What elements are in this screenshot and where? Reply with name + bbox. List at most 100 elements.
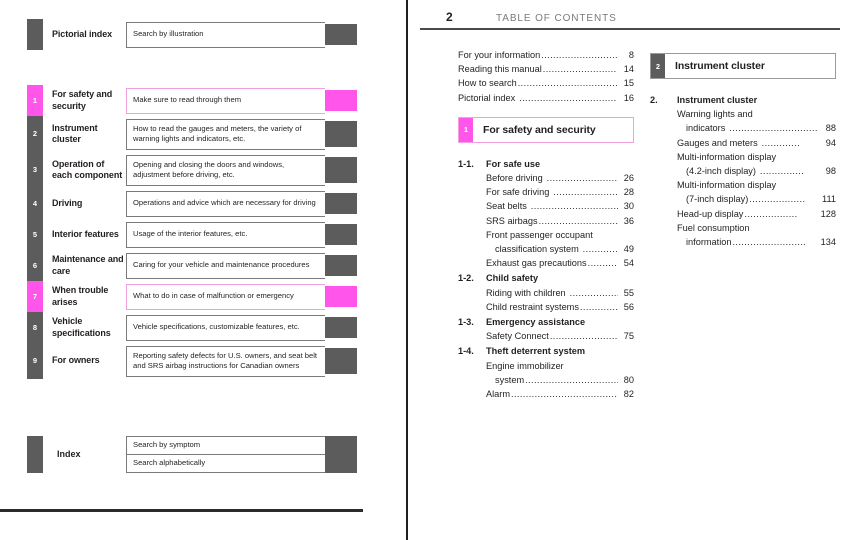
toc-entry-exhaust-gas-precautions[interactable]: Exhaust gas precautions ................… [486, 256, 634, 270]
toc-entry-label: Before driving [486, 173, 543, 184]
page-number: 2 [446, 10, 453, 24]
toc-entry-safety-connect[interactable]: Safety Connect .........................… [486, 329, 634, 343]
nav-row-chapter-6[interactable]: 6 Maintenance and care Caring for your v… [27, 250, 357, 281]
dot-leader: ........................................ [519, 92, 617, 103]
toc-entry-gauges-and-meters[interactable]: Gauges and meters ............. 94 [677, 136, 836, 150]
tab-chip-8: 8 [27, 312, 43, 343]
table-gap [27, 50, 357, 85]
toc-entry-label: Child restraint systems [486, 301, 579, 312]
nav-row-chapter-9[interactable]: 9 For owners Reporting safety defects fo… [27, 343, 357, 379]
nav-row-chapter-3[interactable]: 3 Operation of each component Opening an… [27, 152, 357, 188]
toc-entry-page: 16 [623, 92, 634, 103]
toc-entry-page: 14 [623, 64, 634, 75]
toc-entry-front-passenger-classification-system[interactable]: classification system ..................… [495, 242, 634, 256]
subsection-title: Child safety [486, 273, 539, 284]
row-end-block-9 [325, 348, 357, 374]
subsection-title: Instrument cluster [677, 95, 758, 105]
description-box-5: Usage of the interior features, etc. [126, 221, 325, 248]
toc-entry-multi-information-display-42-inch[interactable]: (4.2-inch display) ............... 98 [686, 164, 836, 178]
page-header: 2 TABLE OF CONTENTS [446, 10, 831, 24]
nav-row-pictorial-index[interactable]: Pictorial index Search by illustration [27, 19, 357, 50]
tab-chip-5: 5 [27, 219, 43, 250]
dot-leader: ......................... [579, 301, 618, 312]
section-banner-for-safety-and-security[interactable]: 1 For safety and security [458, 116, 634, 143]
toc-entry-child-restraint-systems[interactable]: Child restraint systems ................… [486, 300, 634, 314]
tab-chip [27, 19, 43, 50]
description-box-3: Opening and closing the doors and window… [126, 154, 325, 186]
tab-chip-7: 7 [27, 281, 43, 312]
index-row-end-block [325, 454, 357, 473]
tab-title-7: When trouble arises [52, 285, 109, 307]
toc-entry-label: (4.2-inch display) [686, 166, 756, 177]
dot-leader: .............................. [549, 331, 618, 342]
dot-leader: ............................... [546, 173, 618, 184]
toc-entry-alarm[interactable]: Alarm ..................................… [486, 387, 634, 401]
nav-row-chapter-2[interactable]: 2 Instrument cluster How to read the gau… [27, 116, 357, 152]
subsection-entries-1-3: Safety Connect .........................… [486, 329, 634, 343]
subsection-number: 1-1. [458, 158, 474, 169]
toc-entry-before-driving[interactable]: Before driving .........................… [486, 171, 634, 185]
left-page: Pictorial index Search by illustration 1… [0, 0, 406, 540]
description-wrap-7: What to do in case of malfunction or eme… [126, 281, 357, 312]
toc-entry-riding-with-children[interactable]: Riding with children ...................… [486, 286, 634, 300]
toc-entry-how-to-search[interactable]: How to search ..........................… [458, 76, 634, 90]
toc-entry-page: 82 [623, 389, 634, 400]
index-block[interactable]: Index Search by symptom Search alphabeti… [27, 436, 357, 473]
subsection-title: For safe use [486, 158, 541, 169]
toc-entry-page: 15 [623, 78, 634, 89]
toc-entry-page: 94 [825, 137, 836, 148]
toc-columns: For your information ...................… [406, 48, 846, 401]
row-end-block-3 [325, 157, 357, 183]
row-end-block-1 [325, 90, 357, 111]
index-row-symptom[interactable]: Search by symptom [126, 436, 357, 455]
toc-entry-srs-airbags[interactable]: SRS airbags ............................… [486, 214, 634, 228]
toc-entry-fuel-consumption-information[interactable]: information ......................... 13… [686, 235, 836, 249]
nav-row-chapter-4[interactable]: 4 Driving Operations and advice which ar… [27, 188, 357, 219]
tab-title-5: Interior features [52, 228, 119, 239]
nav-row-chapter-1[interactable]: 1 For safety and security Make sure to r… [27, 85, 357, 116]
section-chip: 2 [651, 54, 665, 78]
toc-entry-multi-information-display-7-inch[interactable]: (7-inch display) ................... 111 [686, 192, 836, 206]
toc-entry-page: 128 [820, 208, 836, 219]
section-banner-instrument-cluster[interactable]: 2 Instrument cluster [650, 53, 836, 79]
toc-entry-page: 88 [825, 123, 836, 134]
toc-entry-label: How to search [458, 78, 517, 89]
toc-entry-for-your-information[interactable]: For your information ...................… [458, 48, 634, 62]
dot-leader: .............................. [726, 123, 818, 134]
toc-entry-label: information [686, 237, 732, 248]
toc-entry-reading-this-manual[interactable]: Reading this manual ....................… [458, 62, 634, 76]
description-box-8: Vehicle specifications, customizable fea… [126, 314, 325, 341]
tab-title-1: For safety and security [52, 89, 113, 111]
description-box-7: What to do in case of malfunction or eme… [126, 283, 325, 310]
tab-chip-9: 9 [27, 343, 43, 379]
index-row-alphabetical[interactable]: Search alphabetically [126, 454, 357, 473]
subsection-entries-2: Warning lights and indicators ..........… [677, 107, 836, 249]
toc-entry-page: 75 [623, 331, 634, 342]
description-wrap-6: Caring for your vehicle and maintenance … [126, 250, 357, 281]
toc-entry-seat-belts[interactable]: Seat belts .............................… [486, 199, 634, 213]
toc-entry-label: Pictorial index [458, 92, 516, 103]
toc-entry-warning-lights-and-indicators[interactable]: indicators .............................… [686, 121, 836, 135]
tab-chip-1: 1 [27, 85, 43, 116]
dot-leader: ............................... [538, 215, 618, 226]
subsection-number: 1-2. [458, 273, 474, 284]
toc-entry-label: Exhaust gas precautions [486, 258, 587, 269]
toc-entry-page: 54 [623, 258, 634, 269]
nav-row-chapter-8[interactable]: 8 Vehicle specifications Vehicle specifi… [27, 312, 357, 343]
tab-title-9: For owners [52, 355, 100, 366]
tab-chip-4: 4 [27, 188, 43, 219]
description-wrap-4: Operations and advice which are necessar… [126, 188, 357, 219]
nav-row-chapter-5[interactable]: 5 Interior features Usage of the interio… [27, 219, 357, 250]
toc-entry-mid-42-line1: Multi-information display [677, 151, 777, 162]
subsection-number: 2. [650, 95, 658, 105]
toc-entry-engine-immobilizer-system[interactable]: system .................................… [495, 373, 634, 387]
row-end-block-7 [325, 286, 357, 307]
section-label: For safety and security [483, 123, 596, 136]
toc-entry-label: Alarm [486, 389, 510, 400]
dot-leader: ............. [758, 137, 801, 148]
nav-row-chapter-7[interactable]: 7 When trouble arises What to do in case… [27, 281, 357, 312]
toc-entry-pictorial-index[interactable]: Pictorial index ........................… [458, 91, 634, 105]
toc-entry-head-up-display[interactable]: Head-up display .................. 128 [677, 207, 836, 221]
index-row-label: Search alphabetically [126, 454, 325, 473]
toc-entry-for-safe-driving[interactable]: For safe driving .......................… [486, 185, 634, 199]
